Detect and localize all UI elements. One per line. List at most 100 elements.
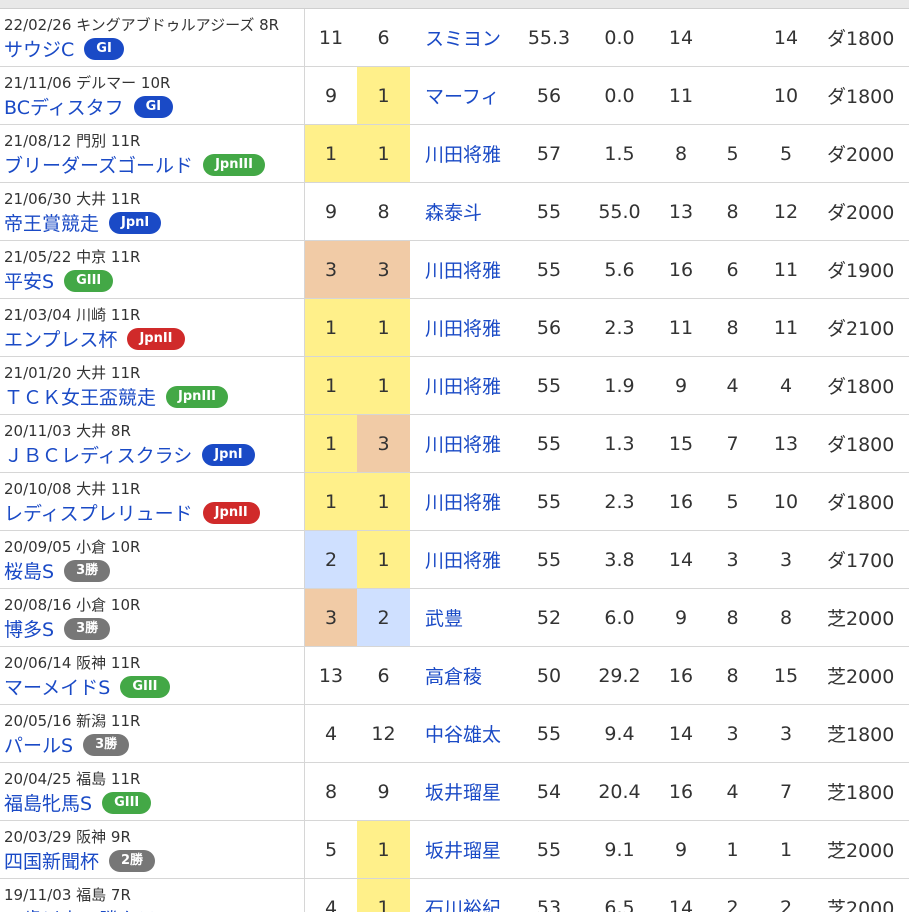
table-row: 22/02/26 キングアブドゥルアジーズ 8R サウジC GI 11 6 スミ… bbox=[0, 9, 909, 67]
table-header-edge bbox=[0, 0, 909, 9]
race-name-link[interactable]: 博多S 3勝 bbox=[4, 615, 111, 642]
horse-number-cell: 12 bbox=[773, 200, 799, 223]
race-name-link[interactable]: パールS 3勝 bbox=[4, 731, 130, 758]
field-size-cell: 14 bbox=[668, 26, 694, 49]
distance-cell: 芝1800 bbox=[827, 724, 895, 746]
finish-rank-cell: 1 bbox=[357, 821, 410, 878]
race-name-link[interactable]: エンプレス杯 JpnII bbox=[4, 325, 185, 352]
race-cell: 20/04/25 福島 11R 福島牝馬S GIII bbox=[0, 763, 305, 820]
race-name-link[interactable]: マーメイドS GIII bbox=[4, 673, 170, 700]
race-cell: 20/09/05 小倉 10R 桜島S 3勝 bbox=[0, 531, 305, 588]
jockey-link[interactable]: マーフィ bbox=[410, 67, 515, 124]
table-row: 21/01/20 大井 11R ＴＣＫ女王盃競走 JpnIII 1 1 川田将雅… bbox=[0, 357, 909, 415]
weight-cell: 55 bbox=[536, 490, 562, 513]
finish-rank-cell: 12 bbox=[371, 722, 396, 745]
race-cell: 21/08/12 門別 11R ブリーダーズゴールド JpnIII bbox=[0, 125, 305, 182]
table-row: 20/11/03 大井 8R ＪＢＣレディスクラシ JpnI 1 3 川田将雅 … bbox=[0, 415, 909, 473]
post-number-cell: 4 bbox=[726, 780, 739, 803]
jockey-link[interactable]: 石川裕紀 bbox=[410, 879, 515, 912]
jockey-link[interactable]: 森泰斗 bbox=[410, 183, 515, 240]
race-cell: 21/01/20 大井 11R ＴＣＫ女王盃競走 JpnIII bbox=[0, 357, 305, 414]
field-size-cell: 14 bbox=[668, 896, 694, 912]
table-row: 20/03/29 阪神 9R 四国新聞杯 2勝 5 1 坂井瑠星 55 9.1 … bbox=[0, 821, 909, 879]
finish-rank-cell: 9 bbox=[377, 780, 390, 803]
race-cell: 20/06/14 阪神 11R マーメイドS GIII bbox=[0, 647, 305, 704]
table-row: 20/04/25 福島 11R 福島牝馬S GIII 8 9 坂井瑠星 54 2… bbox=[0, 763, 909, 821]
race-name-link[interactable]: サウジC GI bbox=[4, 35, 124, 62]
race-cell: 20/11/03 大井 8R ＪＢＣレディスクラシ JpnI bbox=[0, 415, 305, 472]
odds-cell: 20.4 bbox=[598, 780, 641, 803]
jockey-link[interactable]: スミヨン bbox=[410, 9, 515, 66]
field-size-cell: 16 bbox=[668, 490, 694, 513]
post-number-cell: 6 bbox=[726, 258, 739, 281]
distance-cell: 芝1800 bbox=[827, 782, 895, 804]
race-name-link[interactable]: 桜島S 3勝 bbox=[4, 557, 111, 584]
table-row: 21/06/30 大井 11R 帝王賞競走 JpnI 9 8 森泰斗 55 55… bbox=[0, 183, 909, 241]
race-name: サウジC bbox=[4, 39, 75, 61]
post-number-cell: 5 bbox=[726, 490, 739, 513]
race-name: 福島牝馬S bbox=[4, 793, 93, 815]
distance-cell: 芝2000 bbox=[827, 666, 895, 688]
jockey-link[interactable]: 川田将雅 bbox=[410, 241, 515, 298]
popularity-cell: 3 bbox=[305, 589, 357, 646]
jockey-link[interactable]: 坂井瑠星 bbox=[410, 763, 515, 820]
odds-cell: 29.2 bbox=[598, 664, 641, 687]
finish-rank-cell: 3 bbox=[357, 415, 410, 472]
race-name: マーメイドS bbox=[4, 677, 111, 699]
popularity-cell: 11 bbox=[318, 26, 344, 49]
distance-cell: ダ1800 bbox=[827, 492, 895, 514]
jockey-link[interactable]: 川田将雅 bbox=[410, 357, 515, 414]
race-date: 21/01/20 大井 11R bbox=[4, 364, 141, 382]
distance-cell: ダ2100 bbox=[827, 318, 895, 340]
jockey-link[interactable]: 坂井瑠星 bbox=[410, 821, 515, 878]
post-number-cell: 3 bbox=[726, 548, 739, 571]
field-size-cell: 16 bbox=[668, 258, 694, 281]
distance-cell: ダ1800 bbox=[827, 28, 895, 50]
odds-cell: 3.8 bbox=[604, 548, 635, 571]
jockey-link[interactable]: 川田将雅 bbox=[410, 125, 515, 182]
race-cell: 22/02/26 キングアブドゥルアジーズ 8R サウジC GI bbox=[0, 9, 305, 66]
weight-cell: 56 bbox=[536, 316, 562, 339]
race-date: 20/08/16 小倉 10R bbox=[4, 596, 141, 614]
race-name-link[interactable]: ＪＢＣレディスクラシ JpnI bbox=[4, 441, 255, 468]
race-name-link[interactable]: レディスプレリュード JpnII bbox=[4, 499, 260, 526]
race-name-link[interactable]: ３歳以上１勝クラス bbox=[4, 905, 175, 912]
field-size-cell: 16 bbox=[668, 664, 694, 687]
popularity-cell: 8 bbox=[324, 780, 338, 803]
finish-rank-cell: 2 bbox=[357, 589, 410, 646]
jockey-link[interactable]: 高倉稜 bbox=[410, 647, 515, 704]
post-number-cell bbox=[706, 67, 759, 124]
race-cell: 21/05/22 中京 11R 平安S GIII bbox=[0, 241, 305, 298]
race-name-link[interactable]: 帝王賞競走 JpnI bbox=[4, 209, 162, 236]
race-name-link[interactable]: 四国新聞杯 2勝 bbox=[4, 847, 156, 874]
post-number-cell: 3 bbox=[726, 722, 739, 745]
popularity-cell: 1 bbox=[305, 125, 357, 182]
post-number-cell: 8 bbox=[726, 606, 739, 629]
odds-cell: 2.3 bbox=[604, 490, 635, 513]
finish-rank-cell: 1 bbox=[357, 879, 410, 912]
grade-badge: GIII bbox=[102, 791, 152, 814]
post-number-cell: 8 bbox=[726, 316, 739, 339]
horse-number-cell: 4 bbox=[779, 374, 793, 397]
race-date: 21/08/12 門別 11R bbox=[4, 132, 141, 150]
jockey-link[interactable]: 川田将雅 bbox=[410, 473, 515, 530]
race-name-link[interactable]: ＴＣＫ女王盃競走 JpnIII bbox=[4, 383, 228, 410]
horse-number-cell: 15 bbox=[773, 664, 799, 687]
jockey-link[interactable]: 武豊 bbox=[410, 589, 515, 646]
grade-badge: JpnII bbox=[202, 501, 260, 524]
jockey-link[interactable]: 川田将雅 bbox=[410, 415, 515, 472]
field-size-cell: 16 bbox=[668, 780, 694, 803]
weight-cell: 55.3 bbox=[527, 26, 571, 49]
race-name-link[interactable]: BCディスタフ GI bbox=[4, 93, 174, 120]
jockey-link[interactable]: 川田将雅 bbox=[410, 299, 515, 356]
jockey-link[interactable]: 中谷雄太 bbox=[410, 705, 515, 762]
race-name: ＪＢＣレディスクラシ bbox=[4, 445, 193, 467]
jockey-link[interactable]: 川田将雅 bbox=[410, 531, 515, 588]
odds-cell: 55.0 bbox=[598, 200, 641, 223]
race-name-link[interactable]: 平安S GIII bbox=[4, 267, 114, 294]
race-name-link[interactable]: 福島牝馬S GIII bbox=[4, 789, 152, 816]
odds-cell: 2.3 bbox=[604, 316, 635, 339]
grade-badge: 3勝 bbox=[64, 559, 111, 582]
race-date: 21/11/06 デルマー 10R bbox=[4, 74, 171, 92]
race-name-link[interactable]: ブリーダーズゴールド JpnIII bbox=[4, 151, 265, 178]
